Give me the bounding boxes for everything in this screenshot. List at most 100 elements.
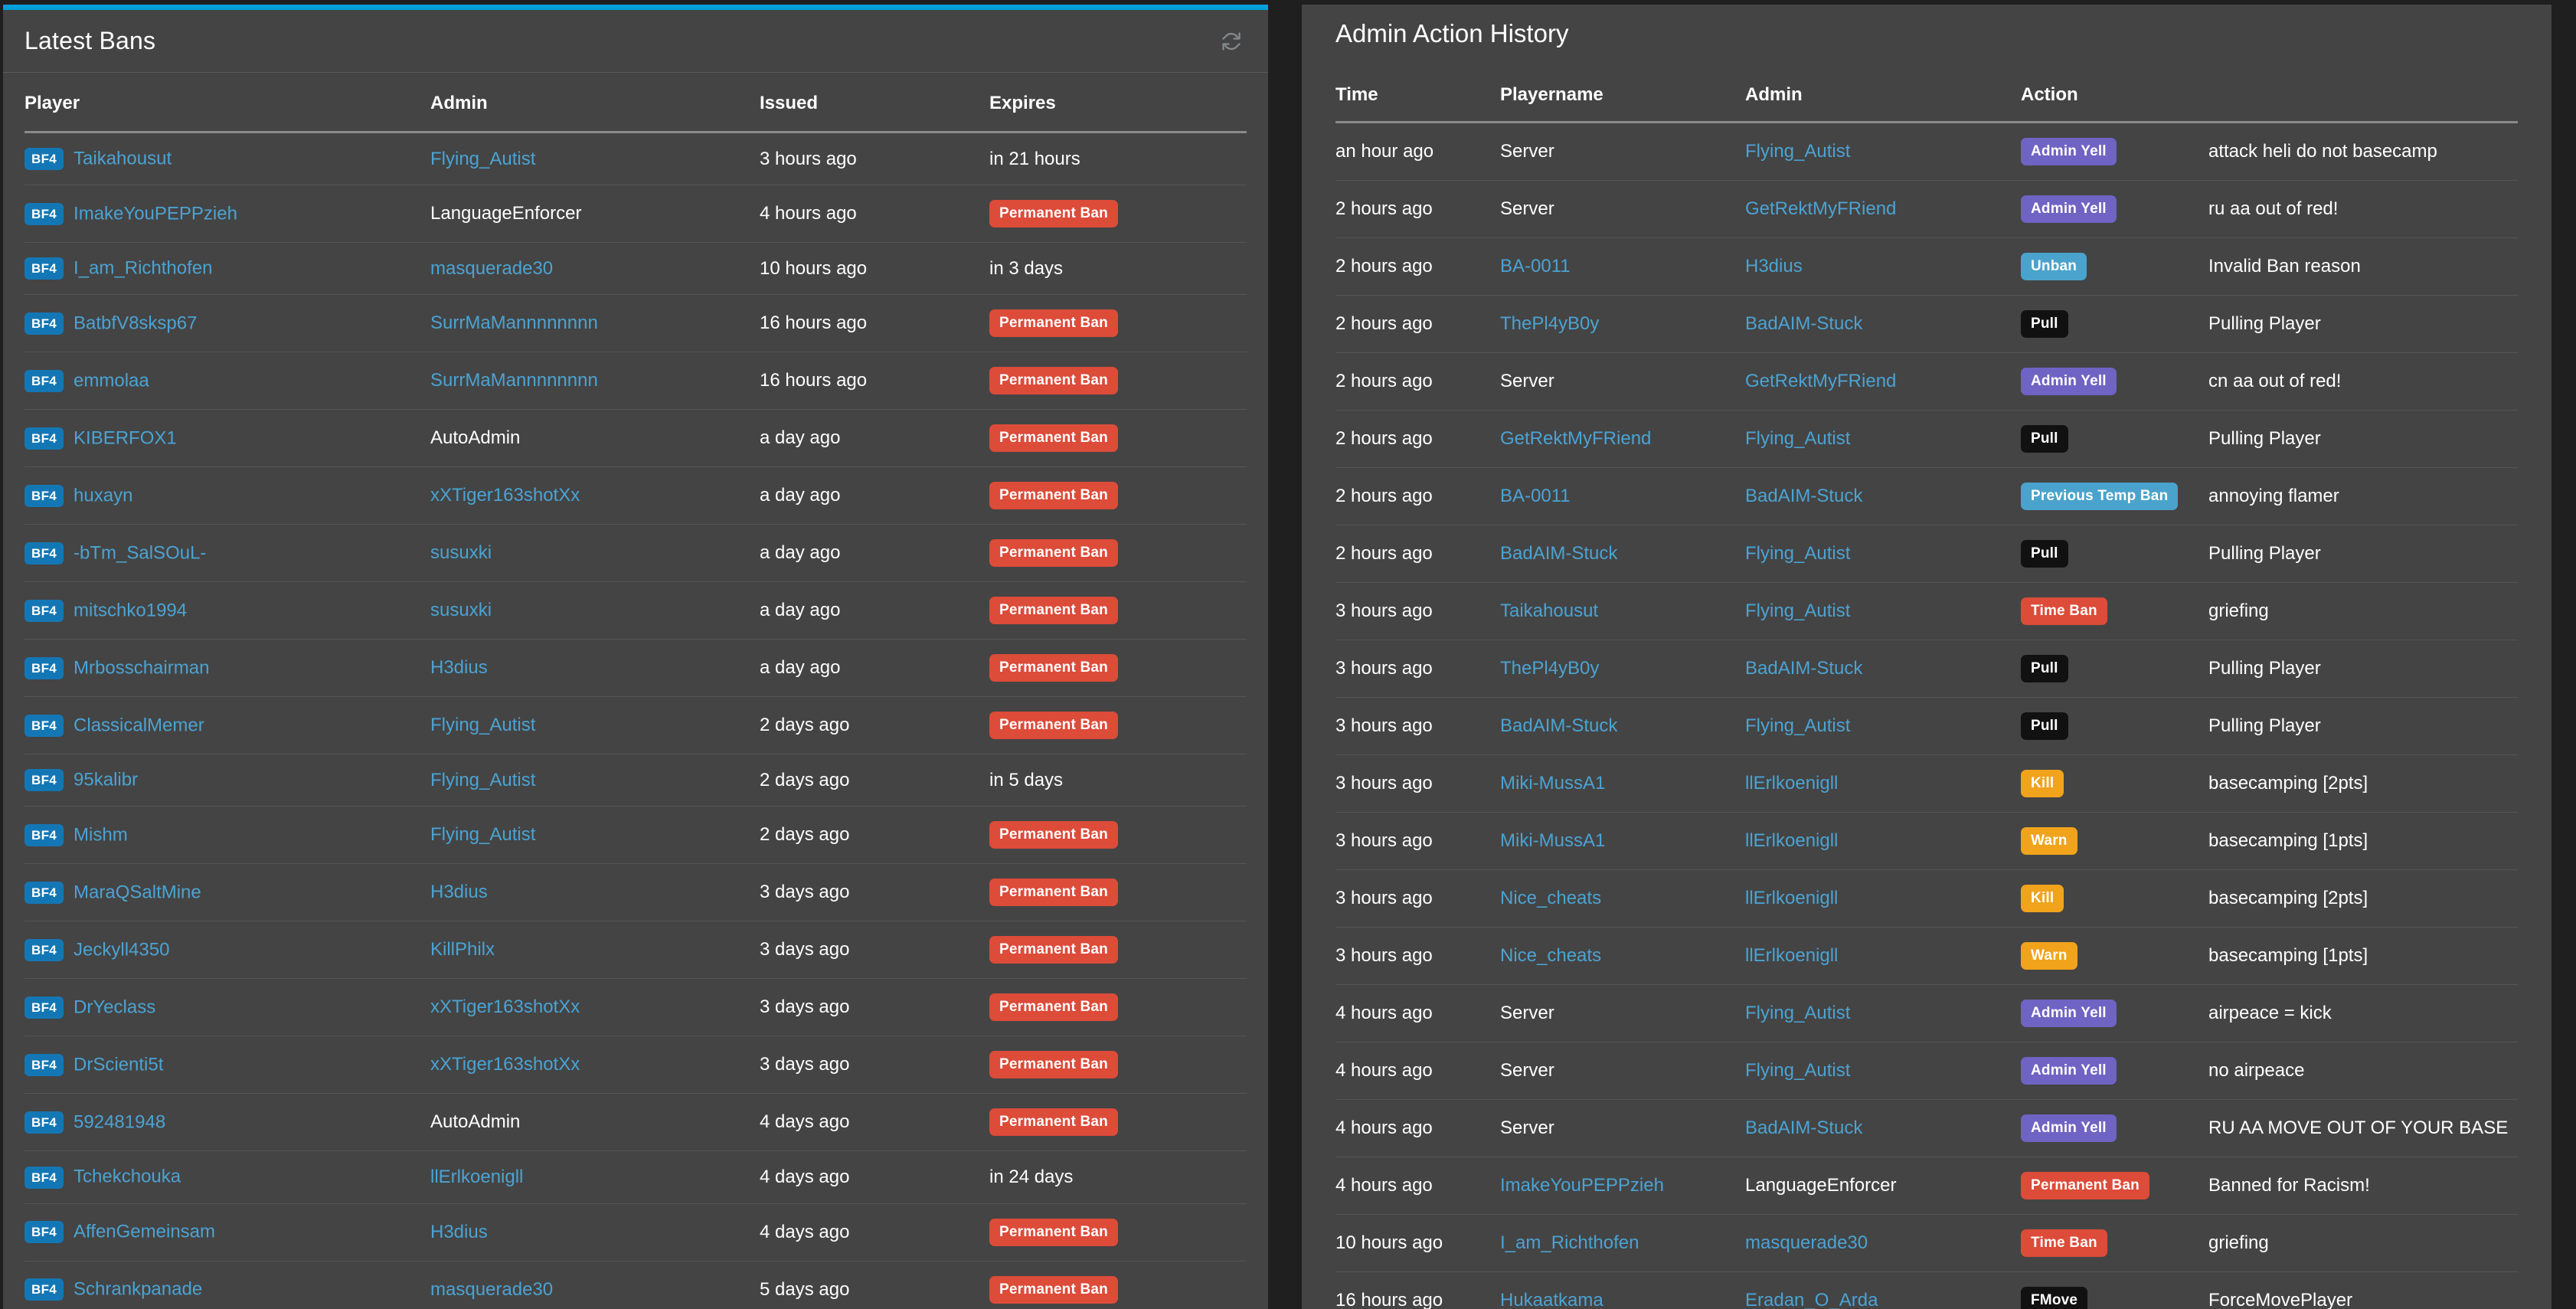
ban-admin-cell: Flying_Autist: [430, 754, 760, 807]
admin-name-link[interactable]: Flying_Autist: [1745, 428, 1850, 449]
game-badge: BF4: [25, 882, 64, 905]
admin-name-link[interactable]: susuxki: [430, 542, 492, 563]
player-name-link[interactable]: Tchekchouka: [74, 1167, 181, 1187]
player-name-link[interactable]: -bTm_SalSOuL-: [74, 542, 206, 563]
ban-expires-cell: Permanent Ban: [989, 696, 1247, 755]
admin-name-link[interactable]: GetRektMyFRiend: [1745, 371, 1896, 391]
game-badge: BF4: [25, 824, 64, 847]
admin-name-link[interactable]: GetRektMyFRiend: [1745, 198, 1896, 219]
admin-name-link[interactable]: BadAIM-Stuck: [1745, 658, 1862, 679]
col-admin: Admin: [430, 73, 760, 133]
admin-name-link[interactable]: H3dius: [430, 882, 488, 902]
action-admin-cell: H3dius: [1745, 237, 2021, 296]
action-time-cell: 3 hours ago: [1335, 812, 1500, 870]
player-name-link[interactable]: 592481948: [74, 1112, 165, 1133]
player-name-link[interactable]: Jeckyll4350: [74, 940, 169, 960]
action-time-cell: 16 hours ago: [1335, 1271, 1500, 1309]
ban-player-cell: BF4 huxayn: [25, 466, 430, 525]
player-name-link[interactable]: BadAIM-Stuck: [1500, 543, 1617, 564]
player-name-link[interactable]: Nice_cheats: [1500, 945, 1601, 966]
admin-name-link[interactable]: susuxki: [430, 600, 492, 620]
status-badge: Permanent Ban: [989, 1108, 1118, 1137]
action-badge: Time Ban: [2021, 597, 2107, 625]
admin-name-link[interactable]: masquerade30: [1745, 1232, 1868, 1253]
player-name-link[interactable]: Miki-MussA1: [1500, 773, 1605, 794]
action-time-cell: 2 hours ago: [1335, 467, 1500, 525]
admin-name-link[interactable]: Flying_Autist: [430, 149, 535, 169]
action-reason-cell: basecamping [1pts]: [2208, 812, 2518, 870]
admin-name-link[interactable]: Flying_Autist: [430, 824, 535, 845]
player-name-link[interactable]: I_am_Richthofen: [1500, 1232, 1639, 1253]
action-reason-cell: griefing: [2208, 582, 2518, 640]
refresh-icon[interactable]: [1216, 26, 1247, 57]
admin-name-link[interactable]: Eradan_O_Arda: [1745, 1290, 1878, 1309]
player-name-link[interactable]: Nice_cheats: [1500, 888, 1601, 908]
admin-name-link[interactable]: SurrMaMannnnnnnn: [430, 370, 598, 391]
admin-name-link[interactable]: Flying_Autist: [1745, 543, 1850, 564]
action-badge: Pull: [2021, 655, 2068, 682]
admin-name-link[interactable]: H3dius: [430, 1222, 488, 1242]
admin-name-link[interactable]: Flying_Autist: [1745, 141, 1850, 162]
player-name-link[interactable]: mitschko1994: [74, 600, 187, 620]
player-name-link[interactable]: emmolaa: [74, 370, 149, 391]
admin-name-link[interactable]: BadAIM-Stuck: [1745, 1118, 1862, 1138]
ban-admin-cell: LanguageEnforcer: [430, 185, 760, 244]
admin-name-link[interactable]: Flying_Autist: [1745, 715, 1850, 736]
col-action: Action: [2021, 84, 2078, 105]
player-name-link[interactable]: Mrbosschairman: [74, 657, 209, 678]
admin-name-link[interactable]: xXTiger163shotXx: [430, 996, 580, 1017]
admin-name-link[interactable]: H3dius: [430, 657, 488, 678]
ban-admin-cell: H3dius: [430, 1203, 760, 1262]
admin-name-link[interactable]: SurrMaMannnnnnnn: [430, 313, 598, 333]
player-name-link[interactable]: Hukaatkama: [1500, 1290, 1603, 1309]
player-name-link[interactable]: ImakeYouPEPPzieh: [1500, 1175, 1664, 1196]
player-name-link[interactable]: KIBERFOX1: [74, 427, 177, 448]
admin-name-link[interactable]: llErlkoenigll: [1745, 888, 1838, 908]
player-name-link[interactable]: AffenGemeinsam: [74, 1222, 215, 1242]
player-name-link[interactable]: huxayn: [74, 485, 132, 506]
admin-name-link[interactable]: KillPhilx: [430, 939, 495, 960]
player-name-link[interactable]: ThePl4yB0y: [1500, 313, 1599, 334]
admin-name-link[interactable]: BadAIM-Stuck: [1745, 486, 1862, 506]
game-badge: BF4: [25, 1278, 64, 1301]
ban-admin-cell: masquerade30: [430, 1261, 760, 1309]
player-name-link[interactable]: GetRektMyFRiend: [1500, 428, 1651, 449]
admin-name-link[interactable]: llErlkoenigll: [1745, 830, 1838, 851]
admin-name-link[interactable]: Flying_Autist: [430, 770, 535, 790]
admin-name-link[interactable]: BadAIM-Stuck: [1745, 313, 1862, 334]
player-name-link[interactable]: Miki-MussA1: [1500, 830, 1605, 851]
admin-name-link[interactable]: Flying_Autist: [1745, 1060, 1850, 1081]
player-name-link[interactable]: DrYeclass: [74, 997, 155, 1018]
admin-name-link[interactable]: xXTiger163shotXx: [430, 1054, 580, 1075]
admin-name-link[interactable]: masquerade30: [430, 258, 553, 279]
admin-name-link[interactable]: xXTiger163shotXx: [430, 485, 580, 506]
player-name-link[interactable]: ImakeYouPEPPzieh: [74, 203, 237, 224]
player-name-link[interactable]: DrScienti5t: [74, 1055, 163, 1075]
player-name-link[interactable]: Taikahousut: [1500, 601, 1598, 621]
player-name-link[interactable]: ClassicalMemer: [74, 715, 204, 735]
player-name-link[interactable]: 95kalibr: [74, 770, 138, 790]
player-name-link[interactable]: Mishm: [74, 825, 128, 846]
table-row: an hour ago Server Flying_Autist Admin Yell…: [1335, 122, 2518, 181]
admin-name-link[interactable]: llErlkoenigll: [1745, 773, 1838, 794]
admin-name-link[interactable]: llErlkoenigll: [1745, 945, 1838, 966]
player-name-link[interactable]: ThePl4yB0y: [1500, 658, 1599, 679]
player-name-link[interactable]: BatbfV8sksp67: [74, 313, 197, 333]
player-name-link[interactable]: BA-0011: [1500, 486, 1571, 506]
admin-name-link[interactable]: llErlkoenigll: [430, 1167, 523, 1187]
admin-name-link[interactable]: masquerade30: [430, 1279, 553, 1300]
admin-name-link[interactable]: H3dius: [1745, 256, 1803, 277]
game-badge: BF4: [25, 1221, 64, 1244]
action-reason-cell: annoying flamer: [2208, 467, 2518, 525]
player-name-link[interactable]: Taikahousut: [74, 149, 172, 169]
player-name-link[interactable]: Schrankpanade: [74, 1279, 202, 1300]
action-badge: Kill: [2021, 770, 2064, 797]
player-name-link[interactable]: MaraQSaltMine: [74, 882, 201, 903]
player-name-link[interactable]: BadAIM-Stuck: [1500, 715, 1617, 736]
admin-name-link[interactable]: Flying_Autist: [1745, 1003, 1850, 1023]
admin-name-link[interactable]: Flying_Autist: [1745, 601, 1850, 621]
player-name-link[interactable]: BA-0011: [1500, 256, 1571, 277]
admin-name-link[interactable]: Flying_Autist: [430, 715, 535, 735]
player-name-link[interactable]: I_am_Richthofen: [74, 258, 212, 279]
ban-expires-cell: Permanent Ban: [989, 524, 1247, 583]
